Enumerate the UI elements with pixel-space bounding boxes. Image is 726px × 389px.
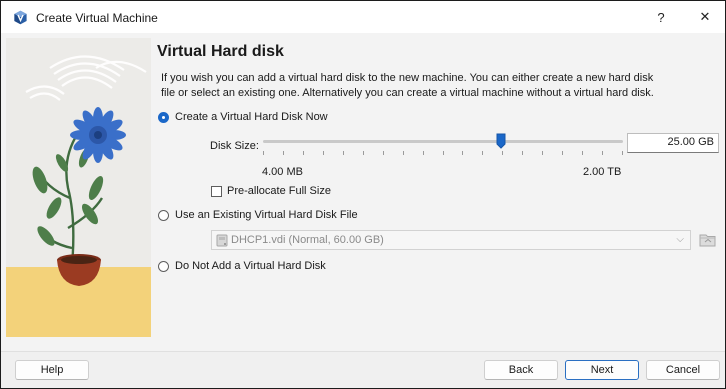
page-description: If you wish you can add a virtual hard d… bbox=[161, 72, 654, 99]
slider-tick bbox=[283, 151, 284, 155]
option-use-existing[interactable]: Use an Existing Virtual Hard Disk File bbox=[158, 209, 358, 221]
option-create-new-label: Create a Virtual Hard Disk Now bbox=[175, 111, 328, 123]
preallocate-option[interactable]: Pre-allocate Full Size bbox=[211, 185, 331, 197]
button-bar: Help Back Next Cancel bbox=[1, 351, 725, 388]
disk-size-label: Disk Size: bbox=[210, 140, 259, 152]
back-button[interactable]: Back bbox=[484, 360, 558, 380]
option-do-not-add-label: Do Not Add a Virtual Hard Disk bbox=[175, 260, 326, 272]
slider-tick bbox=[482, 151, 483, 155]
radio-create-new[interactable] bbox=[158, 111, 169, 123]
slider-track bbox=[263, 140, 623, 143]
disk-size-slider[interactable] bbox=[263, 133, 623, 155]
radio-use-existing[interactable] bbox=[158, 209, 169, 221]
close-icon: ✕ bbox=[699, 9, 711, 24]
folder-browse-icon[interactable] bbox=[699, 231, 717, 249]
slider-ticks bbox=[263, 151, 623, 156]
preallocate-label: Pre-allocate Full Size bbox=[227, 185, 331, 197]
disk-size-input[interactable]: 25.00 GB bbox=[627, 133, 719, 153]
virtualbox-icon bbox=[14, 10, 27, 25]
slider-tick bbox=[383, 151, 384, 155]
slider-tick bbox=[443, 151, 444, 155]
option-use-existing-label: Use an Existing Virtual Hard Disk File bbox=[175, 209, 358, 221]
slider-tick bbox=[602, 151, 603, 155]
slider-tick bbox=[263, 151, 264, 155]
slider-tick bbox=[323, 151, 324, 155]
dialog-window: Create Virtual Machine ? ✕ Virtual Hard … bbox=[0, 0, 726, 389]
titlebar-help-button[interactable]: ? bbox=[641, 1, 681, 33]
titlebar-close-button[interactable]: ✕ bbox=[685, 1, 725, 33]
slider-tick bbox=[582, 151, 583, 155]
slider-tick bbox=[423, 151, 424, 155]
existing-disk-selected: DHCP1.vdi (Normal, 60.00 GB) bbox=[231, 234, 384, 246]
option-create-new[interactable]: Create a Virtual Hard Disk Now bbox=[158, 111, 328, 123]
hard-disk-icon bbox=[216, 234, 228, 246]
wizard-illustration bbox=[6, 38, 151, 337]
option-do-not-add[interactable]: Do Not Add a Virtual Hard Disk bbox=[158, 260, 326, 272]
page-title: Virtual Hard disk bbox=[157, 43, 284, 60]
slider-tick bbox=[403, 151, 404, 155]
slider-tick bbox=[542, 151, 543, 155]
window-title: Create Virtual Machine bbox=[36, 11, 158, 25]
preallocate-checkbox[interactable] bbox=[211, 185, 222, 197]
next-button[interactable]: Next bbox=[565, 360, 639, 380]
question-icon: ? bbox=[657, 9, 665, 25]
slider-tick bbox=[502, 151, 503, 155]
flower-pot-illustration bbox=[6, 38, 151, 337]
title-bar: Create Virtual Machine ? ✕ bbox=[1, 1, 725, 33]
slider-tick bbox=[303, 151, 304, 155]
disk-size-max-label: 2.00 TB bbox=[583, 166, 622, 178]
slider-thumb[interactable] bbox=[496, 133, 506, 149]
slider-tick bbox=[622, 151, 623, 155]
cancel-button[interactable]: Cancel bbox=[646, 360, 720, 380]
slider-tick bbox=[462, 151, 463, 155]
slider-tick bbox=[562, 151, 563, 155]
slider-tick bbox=[363, 151, 364, 155]
wizard-content: Virtual Hard disk If you wish you can ad… bbox=[151, 33, 725, 351]
radio-do-not-add[interactable] bbox=[158, 260, 169, 272]
slider-tick bbox=[522, 151, 523, 155]
disk-size-min-label: 4.00 MB bbox=[262, 166, 303, 178]
existing-disk-combobox[interactable]: DHCP1.vdi (Normal, 60.00 GB) ⌵ bbox=[211, 230, 691, 250]
help-button[interactable]: Help bbox=[15, 360, 89, 380]
chevron-down-icon: ⌵ bbox=[676, 234, 684, 245]
slider-tick bbox=[343, 151, 344, 155]
